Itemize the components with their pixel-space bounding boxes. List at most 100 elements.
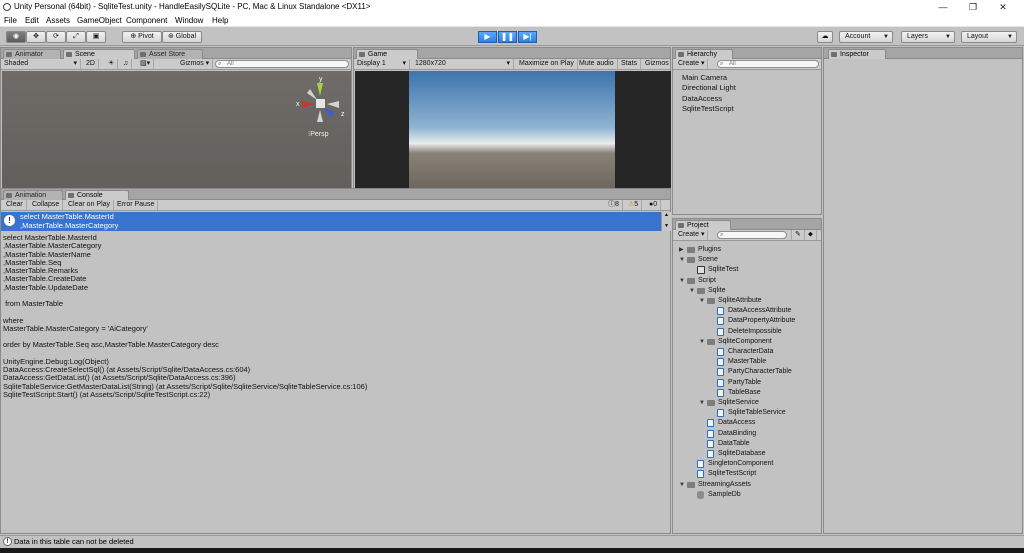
cloud-button[interactable]: ☁ xyxy=(817,31,833,43)
project-tree-item[interactable]: TableBase xyxy=(673,388,821,398)
project-create-dropdown[interactable]: Create ▾ xyxy=(675,230,709,240)
hand-tool-button[interactable]: ◉ xyxy=(6,31,26,43)
collapse-arrow-icon[interactable]: ▶ xyxy=(679,245,684,255)
log-list-scrollbar[interactable]: ▲ ▼ xyxy=(661,212,671,231)
collapse-button[interactable]: Collapse xyxy=(29,200,64,210)
project-tree-item[interactable]: DeleteImpossible xyxy=(673,327,821,337)
hierarchy-create-dropdown[interactable]: Create ▾ xyxy=(675,59,709,69)
project-tree-item[interactable]: ▼ Script xyxy=(673,276,821,286)
shaded-dropdown[interactable]: Shaded ▾ xyxy=(1,59,81,69)
gizmo-z-arrow[interactable] xyxy=(323,108,335,117)
project-tree-item[interactable]: SqliteDatabase xyxy=(673,449,821,459)
tab-game[interactable]: Game xyxy=(356,49,418,59)
display-dropdown[interactable]: Display 1 ▾ xyxy=(354,59,410,69)
scale-tool-button[interactable]: ⤢ xyxy=(66,31,86,43)
project-tree-item[interactable]: SingletonComponent xyxy=(673,459,821,469)
hierarchy-item-main-camera[interactable]: Main Camera xyxy=(682,73,727,83)
layout-dropdown[interactable]: Layout ▼ xyxy=(961,31,1017,43)
game-gizmos-dropdown[interactable]: Gizmos xyxy=(642,59,673,69)
clear-on-play-button[interactable]: Clear on Play xyxy=(65,200,115,210)
expand-arrow-icon[interactable]: ▼ xyxy=(679,480,685,490)
menu-edit[interactable]: Edit xyxy=(25,14,39,27)
expand-arrow-icon[interactable]: ▼ xyxy=(679,255,685,265)
rotate-tool-button[interactable]: ⟳ xyxy=(46,31,66,43)
scene-search-input[interactable]: ⌕ All xyxy=(215,60,349,68)
audio-icon[interactable]: ♫ xyxy=(120,59,133,69)
image-icon[interactable]: ▨▾ xyxy=(137,59,155,69)
tab-animator[interactable]: Animator xyxy=(3,49,61,59)
mute-audio-toggle[interactable]: Mute audio xyxy=(576,59,618,69)
maximize-on-play-toggle[interactable]: Maximize on Play xyxy=(516,59,578,69)
project-tree-item[interactable]: SampleDb xyxy=(673,490,821,500)
filter-type-button[interactable]: ✎ xyxy=(791,230,805,240)
project-search-input[interactable]: ⌕ xyxy=(717,231,787,239)
resolution-dropdown[interactable]: 1280x720 ▾ xyxy=(412,59,514,69)
persp-label[interactable]: ⁝Persp xyxy=(308,130,329,138)
project-tree-item[interactable]: ▶ Plugins xyxy=(673,245,821,255)
tab-console[interactable]: Console xyxy=(65,190,129,200)
hierarchy-search-input[interactable]: ⌕ All xyxy=(717,60,819,68)
project-tree-item[interactable]: PartyTable xyxy=(673,378,821,388)
project-tree-item[interactable]: PartyCharacterTable xyxy=(673,367,821,377)
project-tree-item[interactable]: SqliteTableService xyxy=(673,408,821,418)
hierarchy-item-dataaccess[interactable]: DataAccess xyxy=(682,94,722,104)
selected-log-entry[interactable]: ! select MasterTable.MasterId ,MasterTab… xyxy=(1,212,661,231)
expand-arrow-icon[interactable]: ▼ xyxy=(699,296,705,306)
project-tree-item[interactable]: ▼ SqliteService xyxy=(673,398,821,408)
gizmo-neg-x-arrow[interactable] xyxy=(327,101,339,108)
gizmo-neg-z-arrow[interactable] xyxy=(307,89,317,100)
menu-file[interactable]: File xyxy=(4,14,17,27)
error-count-toggle[interactable]: ●0 xyxy=(646,200,662,210)
expand-arrow-icon[interactable]: ▼ xyxy=(699,398,705,408)
project-tree-item[interactable]: CharacterData xyxy=(673,347,821,357)
clear-button[interactable]: Clear xyxy=(3,200,27,210)
light-icon[interactable]: ☀ xyxy=(105,59,119,69)
scene-gizmo[interactable]: y x z xyxy=(292,74,352,136)
gizmo-y-arrow[interactable] xyxy=(317,83,323,96)
project-tree-item[interactable]: SqliteTest xyxy=(673,265,821,275)
project-tree-item[interactable]: ▼ Scene xyxy=(673,255,821,265)
pause-button[interactable]: ❚❚ xyxy=(498,31,517,43)
rect-tool-button[interactable]: ▣ xyxy=(86,31,106,43)
expand-arrow-icon[interactable]: ▼ xyxy=(689,286,695,296)
tab-hierarchy[interactable]: Hierarchy xyxy=(675,49,733,59)
project-tree-item[interactable]: DataBinding xyxy=(673,429,821,439)
log-count-toggle[interactable]: ⓘ8 xyxy=(605,200,623,210)
global-button[interactable]: ⊛ Global xyxy=(162,31,202,43)
gizmo-x-arrow[interactable] xyxy=(302,101,314,108)
move-tool-button[interactable]: ✥ xyxy=(26,31,46,43)
tab-scene[interactable]: Scene xyxy=(63,49,135,59)
play-button[interactable]: ▶ xyxy=(478,31,497,43)
filter-label-button[interactable]: ⬥ xyxy=(805,230,817,240)
gizmos-dropdown[interactable]: Gizmos ▾ xyxy=(177,59,214,69)
menu-window[interactable]: Window xyxy=(175,14,203,27)
menu-component[interactable]: Component xyxy=(126,14,167,27)
tab-inspector[interactable]: Inspector xyxy=(828,49,886,59)
project-tree-item[interactable]: SqliteTestScript xyxy=(673,469,821,479)
account-dropdown[interactable]: Account ▼ xyxy=(839,31,893,43)
maximize-button[interactable]: ❐ xyxy=(958,0,988,14)
expand-arrow-icon[interactable]: ▼ xyxy=(699,337,705,347)
2d-toggle[interactable]: 2D xyxy=(83,59,99,69)
error-pause-button[interactable]: Error Pause xyxy=(114,200,159,210)
project-tree-item[interactable]: DataAccessAttribute xyxy=(673,306,821,316)
gizmo-neg-y-arrow[interactable] xyxy=(317,110,323,122)
project-tree-item[interactable]: ▼ SqliteAttribute xyxy=(673,296,821,306)
hierarchy-item-directional-light[interactable]: Directional Light xyxy=(682,83,736,93)
menu-help[interactable]: Help xyxy=(212,14,228,27)
layers-dropdown[interactable]: Layers ▼ xyxy=(901,31,955,43)
pivot-button[interactable]: ⊕ Pivot xyxy=(122,31,162,43)
project-tree-item[interactable]: ▼ StreamingAssets xyxy=(673,480,821,490)
close-button[interactable]: ✕ xyxy=(988,0,1018,14)
stats-toggle[interactable]: Stats xyxy=(618,59,641,69)
tab-project[interactable]: Project xyxy=(675,220,731,230)
tab-asset-store[interactable]: Asset Store xyxy=(137,49,203,59)
menu-gameobject[interactable]: GameObject xyxy=(77,14,122,27)
project-tree-item[interactable]: MasterTable xyxy=(673,357,821,367)
tab-animation[interactable]: Animation xyxy=(3,190,63,200)
project-tree-item[interactable]: ▼ SqliteComponent xyxy=(673,337,821,347)
project-tree-item[interactable]: DataTable xyxy=(673,439,821,449)
project-tree-item[interactable]: DataPropertyAttribute xyxy=(673,316,821,326)
menu-assets[interactable]: Assets xyxy=(46,14,70,27)
warning-count-toggle[interactable]: ⚠5 xyxy=(625,200,643,210)
